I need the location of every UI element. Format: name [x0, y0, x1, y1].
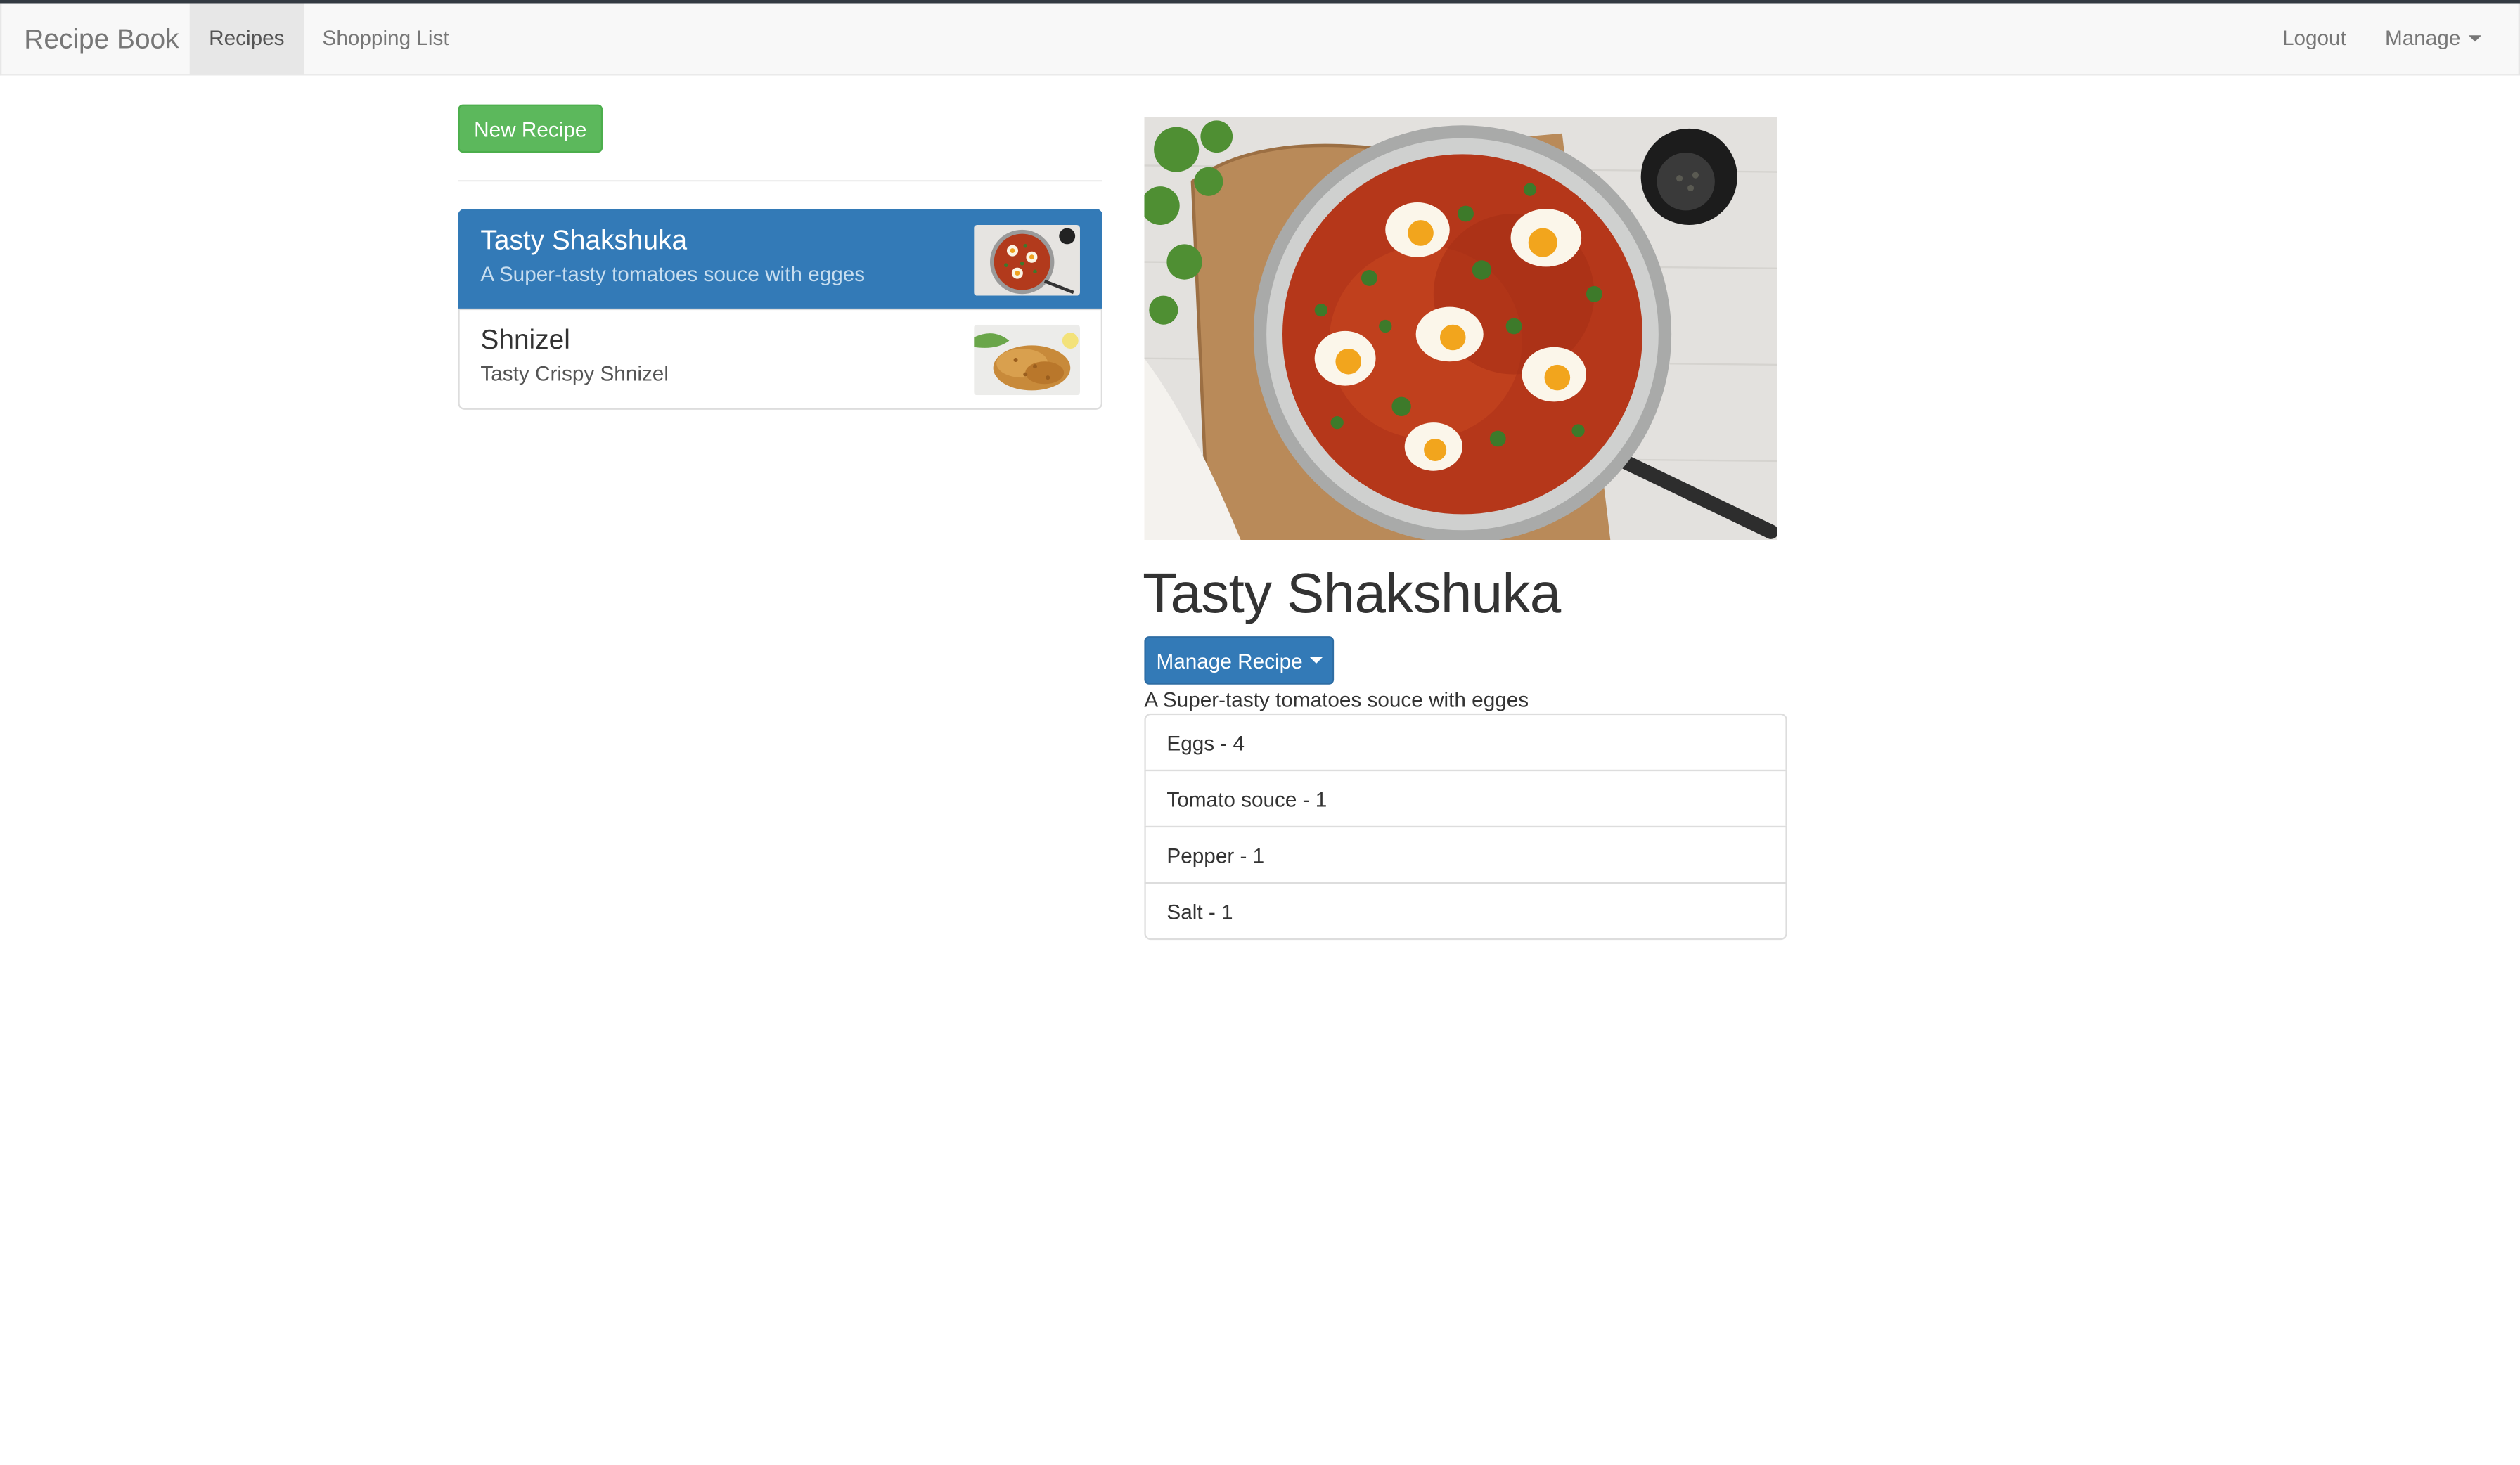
ingredient-item[interactable]: Pepper - 1: [1144, 825, 1787, 884]
recipe-item-title: Tasty Shakshuka: [480, 224, 688, 256]
divider: [458, 179, 1102, 182]
ingredients-list: Eggs - 4 Tomato souce - 1 Pepper - 1 Sal…: [1144, 713, 1787, 941]
recipe-list-item[interactable]: Shnizel Tasty Crispy Shnizel: [458, 308, 1102, 410]
recipe-description: A Super-tasty tomatoes souce with egges: [1144, 688, 1529, 712]
recipe-list: Tasty Shakshuka A Super-tasty tomatoes s…: [458, 209, 1102, 410]
caret-down-icon: [1309, 657, 1323, 664]
recipe-thumbnail-image: [974, 324, 1080, 396]
navbar: Recipe Book Recipes Shopping List Logout…: [0, 3, 2520, 76]
nav-shopping-list[interactable]: Shopping List: [304, 4, 468, 75]
manage-label: Manage: [2384, 25, 2461, 50]
caret-down-icon: [2468, 34, 2482, 41]
nav-manage-dropdown[interactable]: Manage: [2367, 4, 2499, 75]
manage-recipe-label: Manage Recipe: [1156, 648, 1303, 673]
nav-recipes[interactable]: Recipes: [189, 3, 304, 75]
manage-recipe-button[interactable]: Manage Recipe: [1144, 636, 1335, 685]
new-recipe-button[interactable]: New Recipe: [458, 104, 603, 153]
recipe-list-item[interactable]: Tasty Shakshuka A Super-tasty tomatoes s…: [458, 209, 1102, 311]
brand-link[interactable]: Recipe Book: [24, 24, 179, 56]
recipe-item-description: Tasty Crispy Shnizel: [480, 361, 669, 386]
ingredient-item[interactable]: Salt - 1: [1144, 882, 1787, 941]
nav-logout[interactable]: Logout: [2261, 4, 2367, 75]
ingredient-item[interactable]: Eggs - 4: [1144, 713, 1787, 772]
recipe-hero-image: [1144, 117, 1778, 540]
recipe-thumbnail-image: [974, 224, 1080, 296]
recipe-item-title: Shnizel: [480, 324, 570, 356]
recipe-item-description: A Super-tasty tomatoes souce with egges: [480, 262, 866, 286]
ingredient-item[interactable]: Tomato souce - 1: [1144, 769, 1787, 828]
recipe-title: Tasty Shakshuka: [1143, 562, 1561, 626]
